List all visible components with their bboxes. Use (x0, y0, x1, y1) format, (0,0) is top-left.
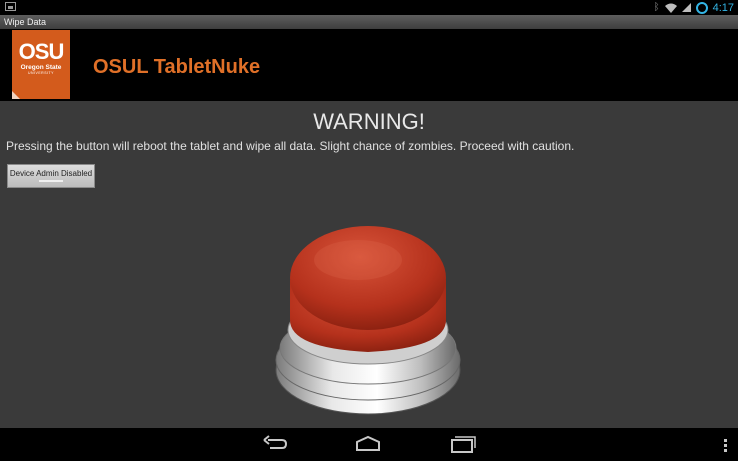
signal-icon (681, 3, 691, 12)
notification-icon[interactable] (5, 2, 16, 11)
menu-icon[interactable] (724, 439, 728, 454)
wifi-icon (664, 3, 677, 13)
logo-text: OSU (18, 39, 65, 64)
app-title: OSUL TabletNuke (93, 56, 261, 78)
device-admin-button[interactable]: Device Admin Disabled (7, 164, 95, 188)
status-icons: ᛒ 4:17 (654, 0, 734, 15)
navigation-bar (0, 428, 738, 461)
app-header: OSU Oregon State UNIVERSITY OSUL TabletN… (0, 29, 738, 101)
osu-logo: OSU Oregon State UNIVERSITY (12, 30, 70, 99)
window-title: Wipe Data (0, 15, 738, 29)
logo-fold (12, 91, 20, 99)
sync-icon (695, 1, 708, 14)
logo-university: UNIVERSITY (27, 71, 54, 75)
device-admin-label: Device Admin Disabled (9, 169, 93, 178)
home-icon[interactable] (354, 434, 382, 454)
toggle-indicator (39, 180, 63, 182)
bluetooth-icon: ᛒ (653, 2, 660, 13)
warning-text: Pressing the button will reboot the tabl… (6, 139, 575, 153)
recent-apps-icon[interactable] (448, 434, 476, 454)
status-bar: ᛒ 4:17 (0, 0, 738, 15)
warning-title: WARNING! (313, 109, 425, 134)
back-icon[interactable] (262, 434, 288, 454)
logo-subtitle: Oregon State (20, 64, 62, 71)
big-red-button-icon[interactable] (270, 220, 466, 420)
status-time: 4:17 (712, 1, 734, 14)
